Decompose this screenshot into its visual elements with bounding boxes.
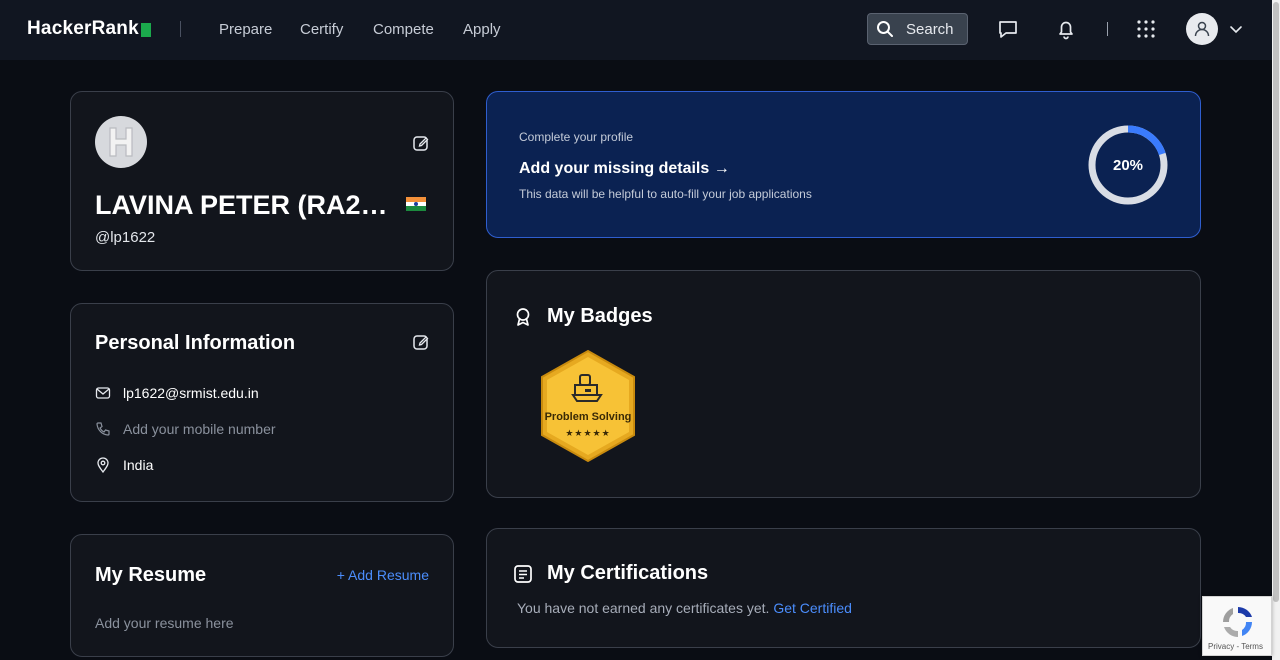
user-icon [1194,21,1210,37]
badges-title: My Badges [547,305,653,327]
email-row: lp1622@srmist.edu.in [95,385,259,401]
personal-information-card: Personal Information lp1622@srmist.edu.i… [70,303,454,502]
recaptcha-icon [1223,607,1252,637]
resume-title: My Resume [95,564,207,586]
nav-separator [1107,22,1108,36]
recaptcha-privacy-terms: Privacy - Terms [1208,642,1263,651]
mobile-placeholder: Add your mobile number [123,421,276,437]
resume-card: My Resume + Add Resume Add your resume h… [70,534,454,657]
complete-profile-label: Complete your profile [519,130,634,144]
profile-progress-label: 20% [1112,156,1144,174]
phone-icon [96,422,110,436]
location-value: India [123,457,154,473]
nav-link-apply[interactable]: Apply [463,21,501,38]
nav-link-certify[interactable]: Certify [300,21,343,38]
personal-information-title: Personal Information [95,332,296,354]
add-resume-button[interactable]: + Add Resume [337,567,429,583]
profile-handle: @lp1622 [95,229,156,246]
mobile-row[interactable]: Add your mobile number [95,421,276,437]
my-certifications-card: My Certifications You have not earned an… [486,528,1201,648]
edit-profile-icon[interactable] [412,134,430,152]
bell-icon[interactable] [1055,18,1077,40]
page-scrollbar-thumb[interactable] [1273,2,1279,602]
nav-divider [180,21,181,37]
nav-link-compete[interactable]: Compete [373,21,434,38]
profile-name: LAVINA PETER (RA231... [95,190,395,220]
complete-profile-description: This data will be helpful to auto-fill y… [519,187,812,201]
badge-stars: ★★★★★ [565,429,610,439]
profile-card: LAVINA PETER (RA231... @lp1622 [70,91,454,271]
search-label: Search [906,20,954,38]
search-button[interactable]: Search [867,13,968,45]
logo-block-icon [140,22,151,37]
chat-icon[interactable] [997,18,1019,40]
apps-grid-icon[interactable] [1135,18,1157,40]
mail-icon [95,387,111,399]
user-avatar-button[interactable] [1186,13,1218,45]
hackerrank-logo[interactable]: HackerRank [27,18,151,40]
email-value: lp1622@srmist.edu.in [123,385,259,401]
recaptcha-widget[interactable]: Privacy - Terms [1202,596,1272,656]
certifications-title: My Certifications [547,562,709,584]
resume-placeholder: Add your resume here [95,615,234,631]
certifications-empty-message: You have not earned any certificates yet… [517,600,852,616]
no-certificates-text: You have not earned any certificates yet… [517,600,770,616]
location-row: India [95,457,153,473]
add-missing-details-link[interactable]: Add your missing details → [519,160,730,178]
location-pin-icon [97,457,109,473]
nav-link-prepare[interactable]: Prepare [219,21,272,38]
india-flag-icon [406,197,426,211]
my-badges-card: My Badges Problem Solving ★★★★★ [486,270,1201,498]
complete-profile-card[interactable]: Complete your profile Add your missing d… [486,91,1201,238]
chevron-down-icon[interactable] [1228,21,1244,37]
profile-initial-icon [109,127,133,157]
award-icon [516,307,530,326]
edit-personal-info-icon[interactable] [412,333,430,351]
certifications-header: My Certifications [513,562,708,585]
badges-header: My Badges [513,305,653,328]
problem-solving-badge[interactable]: Problem Solving ★★★★★ [537,349,639,463]
top-navigation: HackerRank Prepare Certify Compete Apply… [0,0,1272,60]
get-certified-link[interactable]: Get Certified [773,600,852,616]
profile-avatar [95,116,147,168]
search-icon [877,21,893,37]
certificate-icon [514,564,532,583]
badge-label: Problem Solving [545,411,632,423]
logo-text: HackerRank [27,18,139,39]
